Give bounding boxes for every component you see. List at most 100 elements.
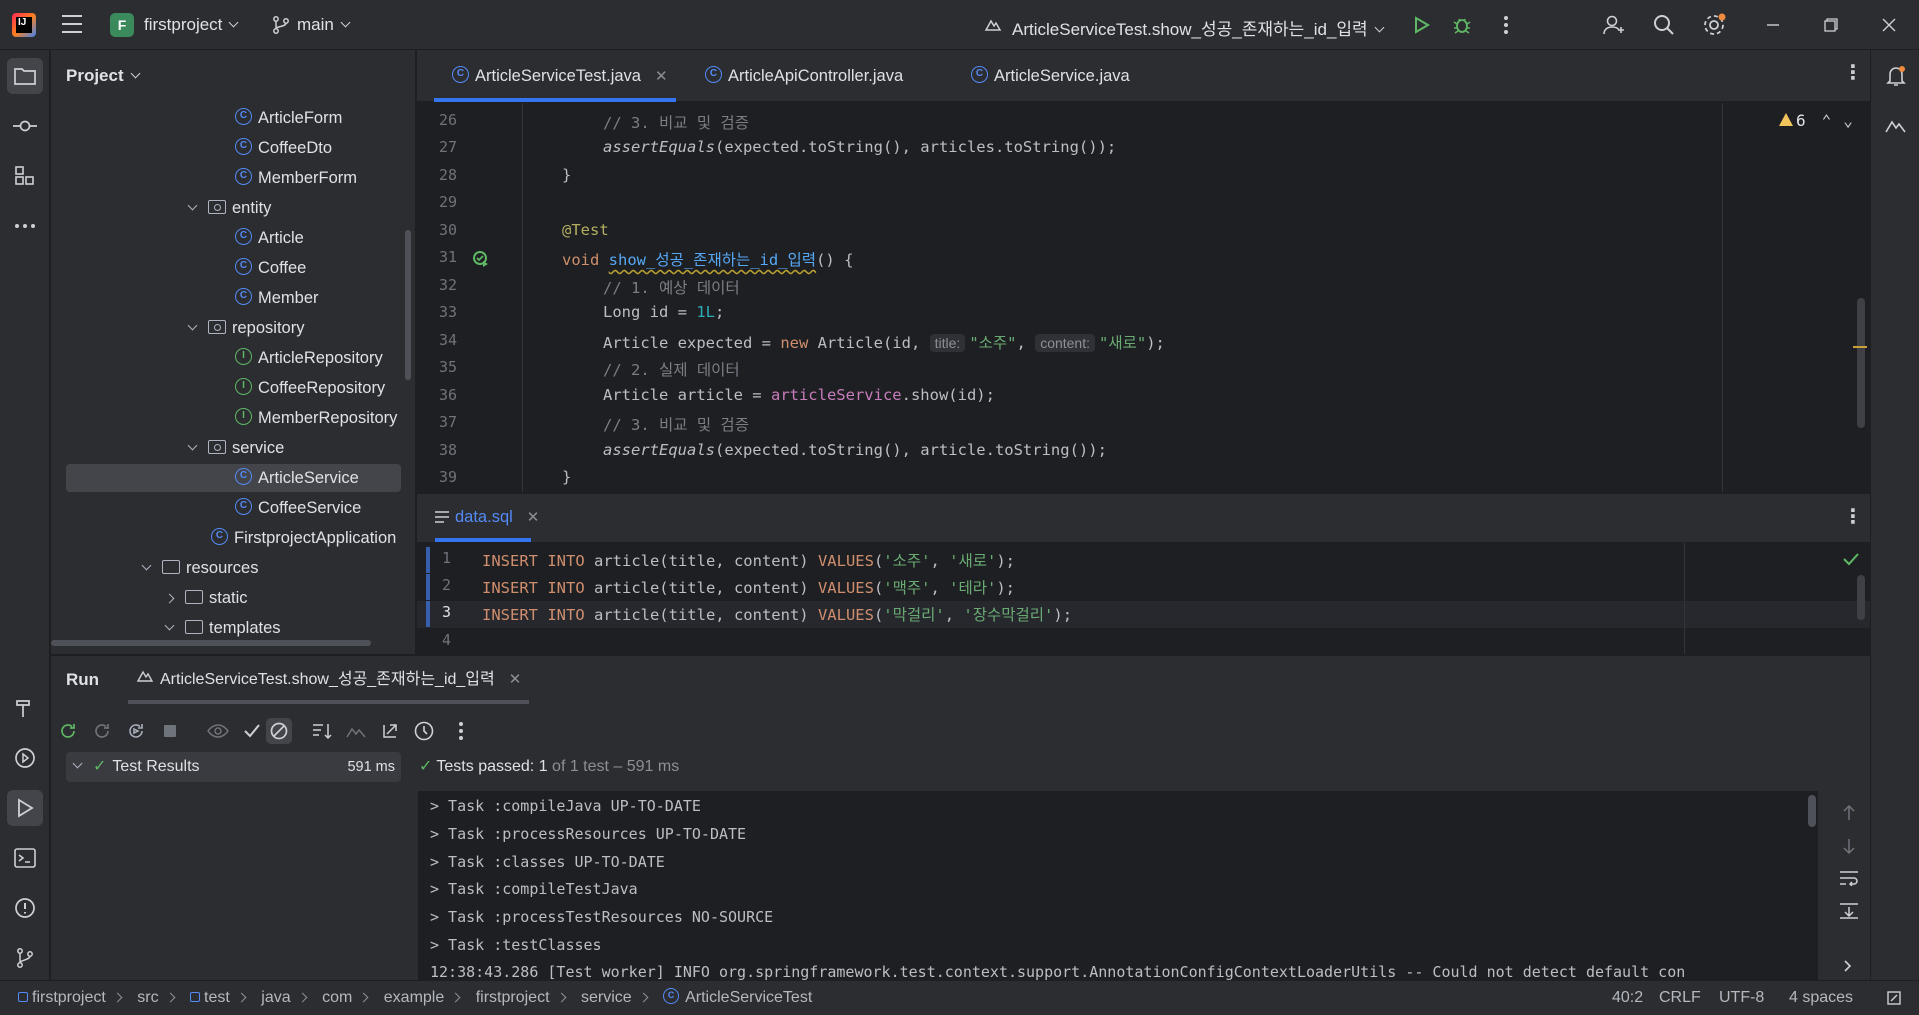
tree-item-articleform[interactable]: C ArticleForm [235, 104, 342, 132]
breadcrumb-item[interactable]: service [581, 989, 632, 1006]
console-scrollbar[interactable] [1808, 795, 1816, 827]
scroll-to-end-icon[interactable] [1839, 902, 1859, 925]
project-vertical-scrollbar[interactable] [405, 230, 411, 380]
line-separator[interactable]: CRLF [1659, 989, 1701, 1007]
run-tab-test[interactable]: ArticleServiceTest.show_성공_존재하는_id_입력 ✕ [127, 656, 530, 704]
tree-item-coffee[interactable]: C Coffee [235, 254, 306, 282]
test-history-clock-icon[interactable] [411, 718, 437, 744]
tree-item-article[interactable]: C Article [235, 224, 304, 252]
close-tab-icon[interactable]: ✕ [509, 671, 522, 688]
sql-editor-scrollbar[interactable] [1857, 575, 1865, 620]
expand-arrow-icon[interactable] [164, 620, 175, 631]
tree-item-memberrepository[interactable]: I MemberRepository [235, 404, 397, 432]
close-tab-icon[interactable]: ✕ [655, 68, 668, 85]
tree-item-repository[interactable]: repository [187, 314, 304, 342]
scroll-up-arrow-icon[interactable] [1841, 804, 1857, 827]
breadcrumb-item[interactable]: src [137, 989, 158, 1006]
tree-item-articleservice[interactable]: C ArticleService [66, 464, 401, 492]
breadcrumb-item[interactable]: java [261, 989, 290, 1006]
build-hammer-icon[interactable] [7, 690, 43, 726]
file-encoding[interactable]: UTF-8 [1719, 989, 1764, 1007]
chevron-down-icon[interactable]: ⌄ [1843, 111, 1853, 130]
tree-item-coffeedto[interactable]: C CoffeeDto [235, 134, 332, 162]
scroll-down-arrow-icon[interactable] [1841, 837, 1857, 860]
rerun-icon[interactable] [55, 718, 81, 744]
chevron-up-icon[interactable]: ⌃ [1822, 111, 1832, 130]
restore-icon[interactable] [1818, 12, 1844, 38]
collapse-arrow-icon[interactable] [164, 593, 175, 604]
main-menu-icon[interactable] [62, 15, 82, 33]
run-icon[interactable] [1408, 12, 1434, 38]
show-passed-eye-icon[interactable] [205, 718, 231, 744]
expand-arrow-icon[interactable] [141, 560, 152, 571]
chevron-right-icon[interactable] [1843, 959, 1853, 978]
indent-setting[interactable]: 4 spaces [1789, 989, 1853, 1007]
commit-icon[interactable] [7, 108, 43, 144]
more-actions-icon[interactable] [1493, 12, 1519, 38]
tab-articleservice[interactable]: C ArticleService.java [953, 50, 1130, 102]
git-icon[interactable] [7, 940, 43, 976]
tree-item-templates[interactable]: templates [164, 614, 281, 642]
test-results-node[interactable]: ✓ Test Results 591 ms [66, 752, 401, 782]
minimize-icon[interactable] [1760, 12, 1786, 38]
run-more-options-icon[interactable] [448, 718, 474, 744]
editor-scrollbar[interactable] [1857, 298, 1865, 428]
expand-arrow-icon[interactable] [187, 200, 198, 211]
notifications-bell-icon[interactable] [1878, 58, 1914, 94]
close-tab-icon[interactable]: ✕ [527, 509, 540, 526]
tree-item-resources[interactable]: resources [141, 554, 258, 582]
ai-assistant-icon[interactable] [1878, 108, 1914, 144]
project-horizontal-scrollbar[interactable] [51, 640, 371, 646]
debug-icon[interactable] [1449, 12, 1475, 38]
project-folder-icon[interactable] [7, 58, 43, 94]
settings-gear-icon[interactable] [1701, 12, 1727, 38]
structure-icon[interactable] [7, 158, 43, 194]
tab-data-sql[interactable]: data.sql ✕ [435, 492, 539, 542]
rerun-failed-icon[interactable] [89, 718, 115, 744]
project-panel-title[interactable]: Project [66, 66, 141, 86]
search-icon[interactable] [1651, 12, 1677, 38]
terminal-icon[interactable] [7, 840, 43, 876]
collapse-all-icon[interactable] [377, 718, 403, 744]
sort-alphabetically-icon[interactable] [309, 718, 335, 744]
intellij-logo-icon[interactable]: IJ [12, 13, 36, 37]
sort-by-duration-icon[interactable] [343, 718, 369, 744]
soft-wrap-icon[interactable] [1839, 870, 1859, 891]
tree-item-coffeerepository[interactable]: I CoffeeRepository [235, 374, 385, 402]
branch-switcher[interactable]: main [297, 15, 351, 35]
breadcrumb-item[interactable]: test [204, 989, 230, 1006]
expand-arrow-icon[interactable] [72, 758, 83, 769]
project-badge-icon[interactable]: F [110, 13, 134, 37]
inspection-warnings[interactable]: 6 ⌃ ⌄ [1779, 111, 1853, 130]
tree-item-service[interactable]: service [187, 434, 284, 462]
run-test-gutter-icon[interactable] [472, 250, 490, 272]
tree-item-static[interactable]: static [164, 584, 248, 612]
tab-articleservicetest[interactable]: C ArticleServiceTest.java ✕ [434, 50, 676, 102]
no-problems-check-icon[interactable] [1843, 551, 1859, 570]
show-ignored-icon[interactable] [266, 718, 292, 744]
tree-item-entity[interactable]: entity [187, 194, 271, 222]
expand-arrow-icon[interactable] [187, 440, 198, 451]
tree-item-member[interactable]: C Member [235, 284, 319, 312]
tree-item-coffeeservice[interactable]: C CoffeeService [235, 494, 361, 522]
read-only-lock-icon[interactable] [1886, 990, 1902, 1011]
warning-marker[interactable] [1853, 346, 1867, 348]
show-passed-check-icon[interactable] [239, 718, 265, 744]
tab-articleapicontroller[interactable]: C ArticleApiController.java [687, 50, 903, 102]
run-tool-icon[interactable] [7, 790, 43, 826]
console-output[interactable]: > Task :compileJava UP-TO-DATE > Task :p… [418, 791, 1818, 981]
breadcrumb-item[interactable]: example [384, 989, 444, 1006]
tree-item-firstprojectapplication[interactable]: C FirstprojectApplication [211, 524, 396, 552]
breadcrumb-item[interactable]: firstproject [476, 989, 550, 1006]
tree-item-articlerepository[interactable]: I ArticleRepository [235, 344, 383, 372]
breadcrumb-item[interactable]: ArticleServiceTest [685, 989, 812, 1006]
code-editor[interactable]: 26 27 28 29 30 31 32 33 34 35 36 37 38 3… [417, 103, 1870, 492]
cursor-position[interactable]: 40:2 [1612, 989, 1643, 1007]
toggle-auto-test-icon[interactable] [123, 718, 149, 744]
tree-item-memberform[interactable]: C MemberForm [235, 164, 357, 192]
breadcrumb-item[interactable]: com [322, 989, 352, 1006]
sql-editor[interactable]: 1 2 3 4 INSERT INTO article(title, conte… [417, 543, 1870, 654]
project-switcher[interactable]: firstproject [144, 15, 239, 35]
add-user-icon[interactable] [1601, 12, 1627, 38]
problems-icon[interactable] [7, 890, 43, 926]
